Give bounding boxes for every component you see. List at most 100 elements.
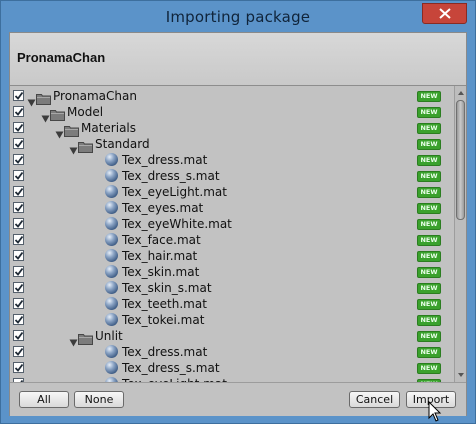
tree-item-label: Tex_face.mat	[122, 233, 201, 247]
new-badge: NEW	[417, 187, 441, 198]
tree-item-label: Tex_eyes.mat	[122, 201, 204, 215]
package-name: PronamaChan	[17, 50, 106, 65]
close-icon	[439, 8, 451, 19]
material-icon	[105, 361, 118, 374]
tree-row[interactable]: Tex_skin.mat NEW	[10, 264, 453, 280]
new-badge: NEW	[417, 267, 441, 278]
expand-arrow-icon[interactable]	[69, 140, 78, 155]
expand-arrow-icon[interactable]	[27, 92, 36, 107]
material-icon	[105, 249, 118, 262]
expand-arrow-icon[interactable]	[55, 124, 64, 139]
tree-item-label: PronamaChan	[53, 89, 137, 103]
new-badge: NEW	[417, 347, 441, 358]
checkmark-icon	[14, 107, 24, 116]
expand-arrow-icon[interactable]	[41, 108, 50, 123]
tree-item-label: Tex_dress_s.mat	[122, 361, 220, 375]
include-checkbox[interactable]	[13, 202, 24, 213]
material-icon	[105, 169, 118, 182]
tree-row[interactable]: Tex_dress_s.mat NEW	[10, 168, 453, 184]
include-checkbox[interactable]	[13, 346, 24, 357]
include-checkbox[interactable]	[13, 170, 24, 181]
checkmark-icon	[14, 219, 24, 228]
close-button[interactable]	[422, 3, 467, 24]
include-checkbox[interactable]	[13, 282, 24, 293]
tree-row[interactable]: Model NEW	[10, 104, 453, 123]
scroll-down-arrow-icon[interactable]	[456, 370, 466, 380]
tree-item-label: Tex_hair.mat	[122, 249, 198, 263]
tree-row[interactable]: Tex_teeth.mat NEW	[10, 296, 453, 312]
material-icon	[105, 281, 118, 294]
include-checkbox[interactable]	[13, 154, 24, 165]
checkmark-icon	[14, 363, 24, 372]
tree-item-label: Standard	[95, 137, 150, 151]
tree-item-label: Tex_dress.mat	[122, 153, 208, 167]
tree-row[interactable]: Tex_eyes.mat NEW	[10, 200, 453, 216]
material-icon	[105, 153, 118, 166]
include-checkbox[interactable]	[13, 122, 24, 133]
package-header: PronamaChan	[10, 33, 466, 86]
checkmark-icon	[14, 235, 24, 244]
folder-icon	[78, 330, 93, 345]
tree-row[interactable]: Tex_eyeWhite.mat NEW	[10, 216, 453, 232]
new-badge: NEW	[417, 315, 441, 326]
material-icon	[105, 201, 118, 214]
tree-item-label: Tex_skin_s.mat	[122, 281, 212, 295]
package-tree: PronamaChan NEW Model NEW Materials NEW Standa…	[10, 86, 453, 382]
select-all-button[interactable]: All	[19, 391, 69, 408]
include-checkbox[interactable]	[13, 330, 24, 341]
title-bar[interactable]: Importing package	[1, 1, 475, 33]
tree-row[interactable]: Tex_tokei.mat NEW	[10, 312, 453, 328]
checkmark-icon	[14, 187, 24, 196]
material-icon	[105, 265, 118, 278]
tree-row[interactable]: PronamaChan NEW	[10, 88, 453, 107]
include-checkbox[interactable]	[13, 218, 24, 229]
include-checkbox[interactable]	[13, 90, 24, 101]
include-checkbox[interactable]	[13, 106, 24, 117]
checkmark-icon	[14, 123, 24, 132]
tree-row[interactable]: Unlit NEW	[10, 328, 453, 347]
expand-arrow-icon[interactable]	[69, 332, 78, 347]
dialog-footer: All None Cancel Import	[10, 382, 466, 416]
material-icon	[105, 313, 118, 326]
vertical-scrollbar[interactable]	[454, 86, 466, 382]
tree-row[interactable]: Tex_eyeLight.mat NEW	[10, 184, 453, 200]
checkmark-icon	[14, 299, 24, 308]
include-checkbox[interactable]	[13, 362, 24, 373]
include-checkbox[interactable]	[13, 314, 24, 325]
include-checkbox[interactable]	[13, 266, 24, 277]
window-title: Importing package	[165, 8, 311, 26]
material-icon	[105, 233, 118, 246]
new-badge: NEW	[417, 123, 441, 134]
scroll-up-arrow-icon[interactable]	[456, 88, 466, 98]
tree-row[interactable]: Tex_dress.mat NEW	[10, 344, 453, 360]
include-checkbox[interactable]	[13, 138, 24, 149]
tree-row[interactable]: Tex_face.mat NEW	[10, 232, 453, 248]
scrollbar-thumb[interactable]	[456, 100, 465, 220]
include-checkbox[interactable]	[13, 234, 24, 245]
select-none-button[interactable]: None	[74, 391, 124, 408]
material-icon	[105, 217, 118, 230]
checkmark-icon	[14, 171, 24, 180]
checkmark-icon	[14, 315, 24, 324]
tree-row[interactable]: Tex_dress.mat NEW	[10, 152, 453, 168]
checkmark-icon	[14, 331, 24, 340]
tree-item-label: Tex_eyeWhite.mat	[122, 217, 232, 231]
tree-row[interactable]: Standard NEW	[10, 136, 453, 155]
cancel-button[interactable]: Cancel	[349, 391, 400, 408]
tree-item-label: Tex_dress_s.mat	[122, 169, 220, 183]
new-badge: NEW	[417, 283, 441, 294]
material-icon	[105, 185, 118, 198]
folder-icon	[36, 90, 51, 105]
include-checkbox[interactable]	[13, 250, 24, 261]
new-badge: NEW	[417, 203, 441, 214]
checkmark-icon	[14, 203, 24, 212]
tree-item-label: Unlit	[95, 329, 123, 343]
material-icon	[105, 345, 118, 358]
include-checkbox[interactable]	[13, 298, 24, 309]
include-checkbox[interactable]	[13, 186, 24, 197]
folder-icon	[50, 106, 65, 121]
tree-row[interactable]: Tex_hair.mat NEW	[10, 248, 453, 264]
tree-row[interactable]: Materials NEW	[10, 120, 453, 139]
tree-row[interactable]: Tex_dress_s.mat NEW	[10, 360, 453, 376]
tree-row[interactable]: Tex_skin_s.mat NEW	[10, 280, 453, 296]
